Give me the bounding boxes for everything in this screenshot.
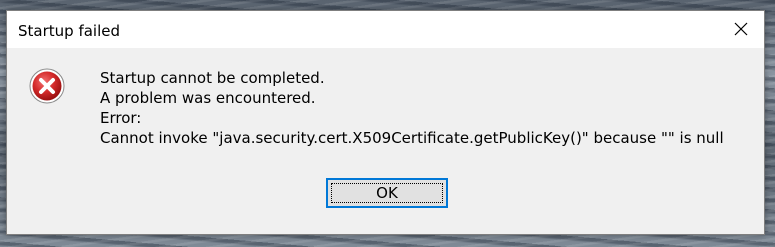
message-line: Startup cannot be completed. [100, 69, 325, 87]
message-line: A problem was encountered. [100, 89, 316, 107]
message-line: Error: [100, 109, 142, 127]
desktop-background: Startup failed Startup cannot be complet… [0, 0, 775, 247]
dialog-title: Startup failed [18, 22, 120, 40]
close-button[interactable] [718, 11, 764, 47]
error-icon [28, 67, 66, 105]
dialog-titlebar[interactable]: Startup failed [7, 11, 764, 48]
ok-button[interactable]: OK [326, 178, 448, 208]
close-icon [734, 22, 748, 36]
message-line: Cannot invoke "java.security.cert.X509Ce… [100, 129, 724, 147]
error-dialog: Startup failed Startup cannot be complet… [6, 10, 765, 235]
message-block: Startup cannot be completed. A problem w… [100, 68, 724, 148]
ok-button-label: OK [376, 184, 398, 202]
